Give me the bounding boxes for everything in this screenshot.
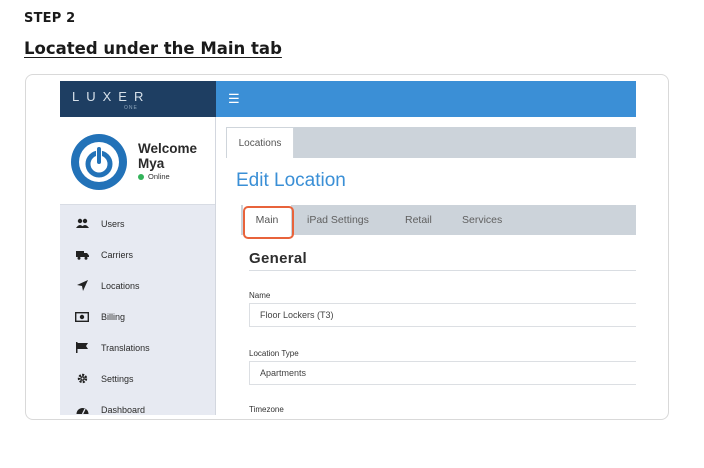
- flag-icon: [75, 342, 89, 354]
- sidebar-item-label: Carriers: [101, 249, 134, 260]
- location-tabs: Main iPad Settings Retail Services: [241, 205, 636, 235]
- status-indicator: Online: [138, 172, 170, 181]
- gear-icon: [75, 373, 89, 385]
- sidebar-item-users[interactable]: Users: [60, 208, 215, 239]
- sidebar-nav: Users Carriers Locations Billing Transla…: [60, 208, 215, 415]
- sidebar: Welcome Mya Online Users Carriers Locati…: [60, 117, 216, 415]
- sidebar-item-label: Locations: [101, 280, 140, 291]
- brand-logo: LUXER: [72, 89, 151, 104]
- location-arrow-icon: [75, 280, 89, 292]
- brand-logo-sub: ONE: [124, 105, 138, 111]
- dashboard-icon: [75, 404, 89, 416]
- sidebar-item-settings[interactable]: Settings: [60, 363, 215, 394]
- user-profile: Welcome Mya Online: [60, 117, 215, 205]
- tab-main[interactable]: Main: [243, 205, 291, 235]
- screenshot-frame: LUXER ONE ☰ Welcome Mya Online Users Car…: [25, 74, 669, 420]
- welcome-text: Welcome Mya: [138, 141, 197, 171]
- sidebar-item-locations[interactable]: Locations: [60, 270, 215, 301]
- sidebar-item-translations[interactable]: Translations: [60, 332, 215, 363]
- brand-header[interactable]: LUXER ONE: [60, 81, 216, 117]
- sidebar-item-carriers[interactable]: Carriers: [60, 239, 215, 270]
- top-tabbar: Locations: [226, 127, 636, 158]
- hamburger-icon[interactable]: ☰: [228, 92, 240, 106]
- top-bar: ☰: [216, 81, 636, 117]
- sidebar-item-label: Billing: [101, 311, 126, 322]
- tab-retail[interactable]: Retail: [405, 205, 432, 235]
- step-label: STEP 2: [24, 11, 76, 26]
- sidebar-item-label: Users: [101, 218, 125, 229]
- page-title: Edit Location: [236, 170, 346, 191]
- sidebar-item-label: Translations: [101, 342, 150, 353]
- sidebar-item-dashboard[interactable]: Dashboard: [60, 394, 215, 415]
- money-icon: [75, 311, 89, 323]
- sidebar-item-label: Dashboard: [101, 404, 146, 415]
- welcome-label: Welcome: [138, 141, 198, 156]
- online-dot-icon: [138, 173, 144, 180]
- user-name: Mya: [138, 156, 165, 171]
- section-divider: [249, 270, 636, 271]
- truck-icon: [75, 249, 89, 261]
- location-type-label: Location Type: [249, 349, 299, 358]
- tab-locations[interactable]: Locations: [226, 127, 294, 158]
- main-content: Locations Edit Location Main iPad Settin…: [216, 117, 636, 415]
- app-screenshot: LUXER ONE ☰ Welcome Mya Online Users Car…: [60, 81, 636, 415]
- step-title: Located under the Main tab: [24, 39, 282, 58]
- tab-services[interactable]: Services: [462, 205, 502, 235]
- tab-ipad-settings[interactable]: iPad Settings: [307, 205, 369, 235]
- timezone-label: Timezone: [249, 405, 284, 414]
- section-title: General: [249, 250, 307, 267]
- avatar: [71, 134, 127, 190]
- users-icon: [75, 218, 89, 230]
- sidebar-item-billing[interactable]: Billing: [60, 301, 215, 332]
- name-field[interactable]: Floor Lockers (T3): [249, 303, 636, 327]
- status-text: Online: [148, 172, 170, 181]
- sidebar-item-label: Settings: [101, 373, 134, 384]
- location-type-select[interactable]: Apartments: [249, 361, 636, 385]
- name-label: Name: [249, 291, 271, 300]
